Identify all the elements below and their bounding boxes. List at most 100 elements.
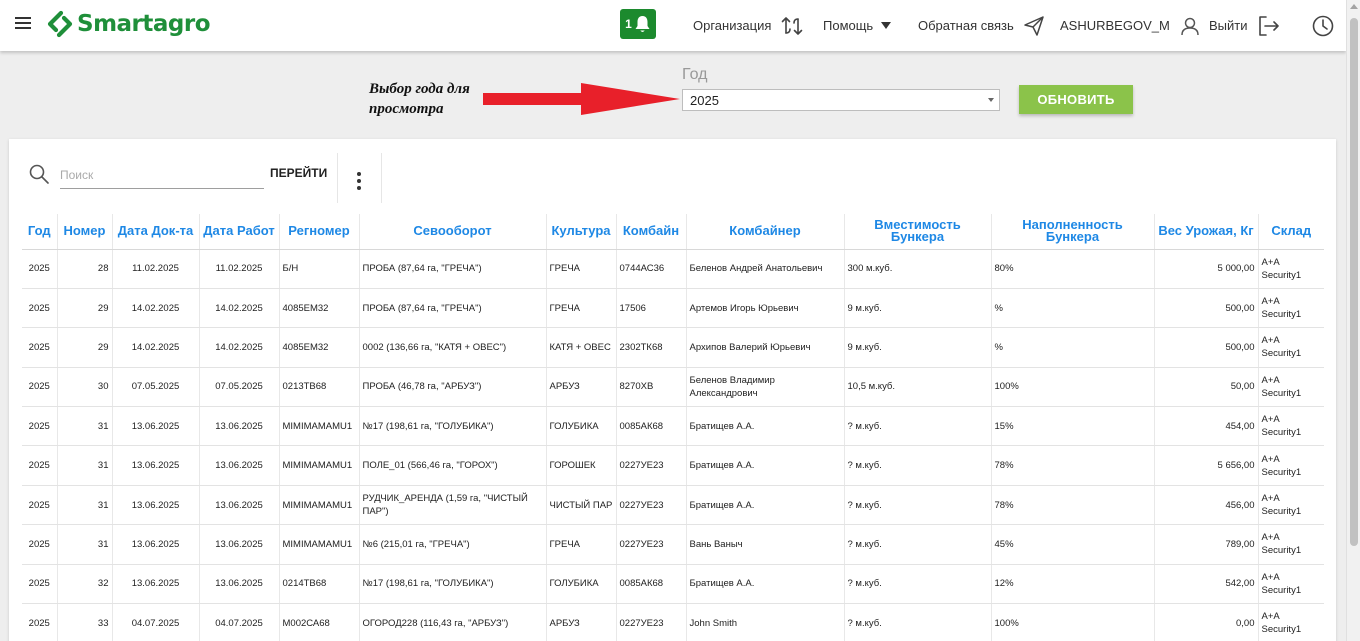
cell-number: 33 bbox=[57, 603, 113, 641]
history-button[interactable] bbox=[1302, 0, 1334, 51]
cell-combine: 0227УЕ23 bbox=[616, 603, 687, 641]
cell-harvest-weight: 0,00 bbox=[1154, 603, 1259, 641]
table-row[interactable]: 2025 32 13.06.2025 13.06.2025 0214ТВ68 №17 (1… bbox=[22, 564, 1324, 605]
cell-number: 31 bbox=[57, 485, 113, 526]
cell-culture: ЧИСТЫЙ ПАР bbox=[546, 485, 617, 526]
cell-doc-date: 14.02.2025 bbox=[112, 327, 200, 368]
column-header[interactable]: Склад bbox=[1258, 214, 1324, 250]
cell-reg-number: 4085ЕМ32 bbox=[279, 327, 360, 368]
table-row[interactable]: 2025 31 13.06.2025 13.06.2025 MIMIMAMAMU1 РУД… bbox=[22, 485, 1324, 526]
cell-work-date: 13.06.2025 bbox=[199, 445, 280, 486]
cell-doc-date: 13.06.2025 bbox=[112, 406, 200, 447]
column-header[interactable]: Год bbox=[22, 214, 58, 250]
goto-button[interactable]: ПЕРЕЙТИ bbox=[270, 166, 327, 180]
scroll-thumb[interactable] bbox=[1350, 18, 1358, 546]
table-row[interactable]: 2025 31 13.06.2025 13.06.2025 MIMIMAMAMU1 ПОЛ… bbox=[22, 445, 1324, 486]
cell-number: 31 bbox=[57, 445, 113, 486]
scroll-up-arrow-icon[interactable] bbox=[1350, 4, 1358, 9]
cell-harvest-weight: 542,00 bbox=[1154, 564, 1259, 605]
column-header[interactable]: Регномер bbox=[279, 214, 360, 250]
cell-doc-date: 13.06.2025 bbox=[112, 564, 200, 605]
cell-year: 2025 bbox=[22, 249, 58, 289]
table-row[interactable]: 2025 31 13.06.2025 13.06.2025 MIMIMAMAMU1 №17… bbox=[22, 406, 1324, 447]
cell-warehouse: A+A Security1 bbox=[1258, 445, 1324, 486]
cell-operator: Братищев А.А. bbox=[686, 406, 845, 447]
cell-doc-date: 13.06.2025 bbox=[112, 445, 200, 486]
help-label: Помощь bbox=[823, 18, 874, 33]
cell-number: 31 bbox=[57, 524, 113, 565]
notification-count: 1 bbox=[625, 17, 632, 31]
cell-harvest-weight: 500,00 bbox=[1154, 327, 1259, 368]
feedback-label: Обратная связь bbox=[918, 18, 1014, 33]
cell-bunker-fill: 78% bbox=[991, 445, 1155, 486]
cell-culture: ГРЕЧА bbox=[546, 524, 617, 565]
cell-combine: 0227УЕ23 bbox=[616, 485, 687, 526]
table-row[interactable]: 2025 29 14.02.2025 14.02.2025 4085ЕМ32 ПРОБА … bbox=[22, 288, 1324, 329]
year-select[interactable]: 2025 bbox=[682, 89, 1000, 111]
cell-crop-rotation: ОГОРОД228 (116,43 га, "АРБУЗ") bbox=[359, 603, 547, 641]
menu-icon[interactable] bbox=[15, 17, 31, 30]
logout-button[interactable]: Выйти bbox=[1209, 0, 1280, 51]
annotation-text: Выбор года для просмотра bbox=[369, 79, 470, 119]
column-header[interactable]: Наполненность Бункера bbox=[991, 214, 1155, 250]
cell-warehouse: A+A Security1 bbox=[1258, 524, 1324, 565]
logo[interactable]: Smartagro bbox=[46, 9, 211, 39]
cell-bunker-fill: 45% bbox=[991, 524, 1155, 565]
user-profile[interactable]: ASHURBEGOV_M bbox=[1060, 0, 1200, 51]
column-header[interactable]: Вес Урожая, Кг bbox=[1154, 214, 1259, 250]
cell-harvest-weight: 50,00 bbox=[1154, 367, 1259, 408]
cell-reg-number: MIMIMAMAMU1 bbox=[279, 485, 360, 526]
cell-work-date: 11.02.2025 bbox=[199, 249, 280, 289]
cell-bunker-capacity: ? м.куб. bbox=[844, 406, 992, 447]
year-label: Год bbox=[682, 66, 708, 83]
cell-reg-number: 4085ЕМ32 bbox=[279, 288, 360, 329]
notifications-button[interactable]: 1 bbox=[620, 9, 656, 39]
cell-bunker-capacity: 9 м.куб. bbox=[844, 327, 992, 368]
cell-doc-date: 04.07.2025 bbox=[112, 603, 200, 641]
column-header[interactable]: Номер bbox=[57, 214, 113, 250]
cell-bunker-fill: % bbox=[991, 288, 1155, 329]
cell-combine: 0744АС36 bbox=[616, 249, 687, 289]
column-header[interactable]: Комбайн bbox=[616, 214, 687, 250]
table-row[interactable]: 2025 31 13.06.2025 13.06.2025 MIMIMAMAMU1 №6 … bbox=[22, 524, 1324, 565]
cell-harvest-weight: 454,00 bbox=[1154, 406, 1259, 447]
page-scrollbar[interactable] bbox=[1346, 0, 1360, 641]
help-menu[interactable]: Помощь bbox=[823, 0, 892, 51]
organization-switch[interactable]: Организация bbox=[693, 0, 803, 51]
cell-reg-number: 0214ТВ68 bbox=[279, 564, 360, 605]
cell-combine: 0227УЕ23 bbox=[616, 445, 687, 486]
feedback-link[interactable]: Обратная связь bbox=[918, 0, 1044, 51]
cell-operator: Беленов Владимир Александрович bbox=[686, 367, 845, 408]
column-header[interactable]: Дата Док-та bbox=[112, 214, 200, 250]
cell-doc-date: 13.06.2025 bbox=[112, 485, 200, 526]
table-row[interactable]: 2025 30 07.05.2025 07.05.2025 0213ТВ68 ПРОБА … bbox=[22, 367, 1324, 408]
refresh-button[interactable]: ОБНОВИТЬ bbox=[1019, 85, 1133, 114]
cell-crop-rotation: №17 (198,61 га, "ГОЛУБИКА") bbox=[359, 564, 547, 605]
table-row[interactable]: 2025 29 14.02.2025 14.02.2025 4085ЕМ32 0002 (… bbox=[22, 327, 1324, 368]
cell-culture: ГОРОШЕК bbox=[546, 445, 617, 486]
cell-combine: 0085АК68 bbox=[616, 564, 687, 605]
cell-doc-date: 07.05.2025 bbox=[112, 367, 200, 408]
cell-culture: АРБУЗ bbox=[546, 367, 617, 408]
logo-icon bbox=[47, 10, 73, 38]
cell-combine: 0085АК68 bbox=[616, 406, 687, 447]
cell-bunker-fill: % bbox=[991, 327, 1155, 368]
cell-warehouse: A+A Security1 bbox=[1258, 367, 1324, 408]
search-input[interactable] bbox=[60, 161, 264, 189]
cell-bunker-fill: 100% bbox=[991, 367, 1155, 408]
annotation-line-1: Выбор года для bbox=[369, 81, 470, 97]
more-options-icon[interactable] bbox=[357, 172, 361, 193]
column-header[interactable]: Дата Работ bbox=[199, 214, 280, 250]
cell-crop-rotation: 0002 (136,66 га, "КАТЯ + ОВЕС") bbox=[359, 327, 547, 368]
column-header[interactable]: Севооборот bbox=[359, 214, 547, 250]
cell-work-date: 07.05.2025 bbox=[199, 367, 280, 408]
cell-number: 29 bbox=[57, 288, 113, 329]
table-row[interactable]: 2025 28 11.02.2025 11.02.2025 Б/Н ПРОБА (87,6… bbox=[22, 249, 1324, 289]
column-header[interactable]: Комбайнер bbox=[686, 214, 845, 250]
column-header[interactable]: Культура bbox=[546, 214, 617, 250]
cell-reg-number: М002СА68 bbox=[279, 603, 360, 641]
cell-harvest-weight: 500,00 bbox=[1154, 288, 1259, 329]
logout-label: Выйти bbox=[1209, 18, 1248, 33]
column-header[interactable]: Вместимость Бункера bbox=[844, 214, 992, 250]
table-row[interactable]: 2025 33 04.07.2025 04.07.2025 М002СА68 ОГОРОД… bbox=[22, 603, 1324, 641]
